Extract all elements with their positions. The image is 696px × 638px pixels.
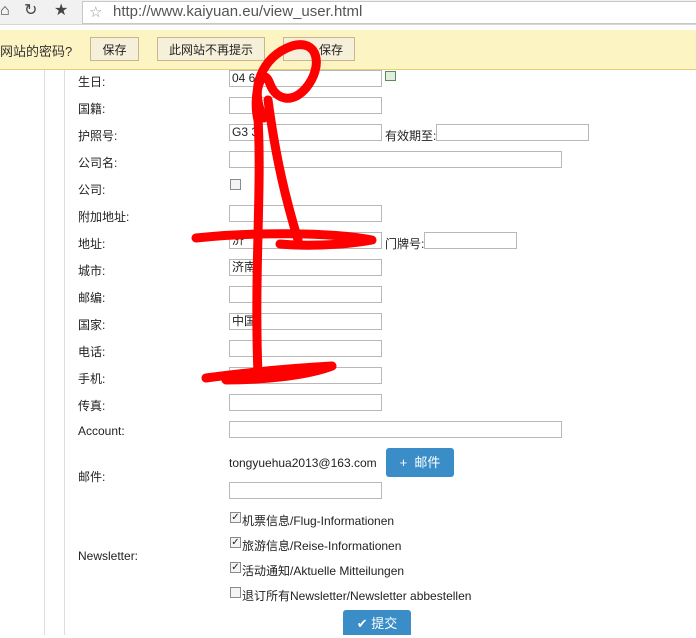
passport-input[interactable]: G3 3	[229, 124, 382, 141]
newsletter-option-flights: 机票信息/Flug-Informationen	[242, 514, 395, 528]
country-label: 国家:	[78, 318, 106, 332]
nationality-input[interactable]	[229, 97, 382, 114]
house-number-input[interactable]	[424, 232, 517, 249]
account-label: Account:	[78, 424, 125, 438]
browser-toolbar: ⌂ ↻ ★ ☆ http://www.kaiyuan.eu/view_user.…	[0, 0, 696, 25]
newsletter-option-unsubscribe: 退订所有Newsletter/Newsletter abbestellen	[242, 589, 472, 603]
fax-label: 传真:	[78, 399, 106, 413]
bookmark-star-icon[interactable]: ★	[54, 2, 68, 20]
phone-input[interactable]	[229, 340, 382, 357]
never-save-button[interactable]: 保存	[283, 37, 355, 61]
save-password-bar: 网站的密码? 保存 此网站不再提示 保存	[0, 30, 696, 70]
country-input[interactable]: 中国	[229, 313, 382, 330]
newsletter-option-travel: 旅游信息/Reise-Informationen	[242, 539, 402, 553]
company-label: 公司:	[78, 183, 106, 197]
fax-input[interactable]	[229, 394, 382, 411]
address-extra-label: 附加地址:	[78, 210, 130, 224]
newsletter-option-events: 活动通知/Aktuelle Mitteilungen	[242, 564, 405, 578]
column-divider	[64, 70, 65, 635]
address-label: 地址:	[78, 237, 106, 251]
reload-icon[interactable]: ↻	[24, 2, 37, 20]
newsletter-checkbox-unsubscribe[interactable]	[230, 587, 241, 598]
newsletter-label: Newsletter:	[78, 549, 139, 563]
newsletter-checkbox-travel[interactable]: ✓	[230, 537, 241, 548]
zip-label: 邮编:	[78, 291, 106, 305]
newsletter-checkbox-events[interactable]: ✓	[230, 562, 241, 573]
city-label: 城市:	[78, 264, 106, 278]
address-extra-input[interactable]	[229, 205, 382, 222]
birthday-label: 生日:	[78, 75, 106, 89]
passport-expiry-input[interactable]	[436, 124, 589, 141]
phone-label: 电话:	[78, 345, 106, 359]
passport-expiry-label: 有效期至:	[385, 129, 437, 143]
submit-label: 提交	[371, 616, 398, 631]
city-input[interactable]: 济南	[229, 259, 382, 276]
star-outline-icon[interactable]: ☆	[89, 3, 102, 21]
address-input[interactable]: 济	[229, 232, 382, 249]
plus-icon: +	[399, 455, 408, 470]
save-password-button[interactable]: 保存	[90, 37, 139, 61]
company-checkbox[interactable]	[230, 179, 241, 190]
account-input[interactable]	[229, 421, 562, 438]
home-icon[interactable]: ⌂	[0, 2, 10, 20]
house-number-label: 门牌号:	[385, 237, 425, 251]
column-divider	[44, 70, 45, 635]
address-bar[interactable]: ☆ http://www.kaiyuan.eu/view_user.html	[82, 1, 696, 24]
calendar-icon[interactable]	[385, 71, 396, 81]
add-email-label: 邮件	[414, 455, 441, 470]
passport-label: 护照号:	[78, 129, 118, 143]
never-for-site-button[interactable]: 此网站不再提示	[157, 37, 265, 61]
new-email-input[interactable]	[229, 482, 382, 499]
zip-input[interactable]	[229, 286, 382, 303]
password-question: 网站的密码?	[0, 44, 73, 59]
mobile-label: 手机:	[78, 372, 106, 386]
mobile-input[interactable]	[229, 367, 382, 384]
newsletter-checkbox-flights[interactable]: ✓	[230, 512, 241, 523]
email-label: 邮件:	[78, 470, 106, 484]
birthday-input[interactable]: 04 64	[229, 70, 382, 87]
email-value: tongyuehua2013@163.com	[229, 456, 377, 470]
submit-button[interactable]: ✔ 提交	[343, 610, 411, 635]
company-name-input[interactable]	[229, 151, 562, 168]
url-text: http://www.kaiyuan.eu/view_user.html	[113, 3, 363, 20]
add-email-button[interactable]: + 邮件	[386, 448, 454, 477]
checkmark-icon: ✔	[356, 616, 368, 631]
nationality-label: 国籍:	[78, 102, 106, 116]
company-name-label: 公司名:	[78, 156, 118, 170]
